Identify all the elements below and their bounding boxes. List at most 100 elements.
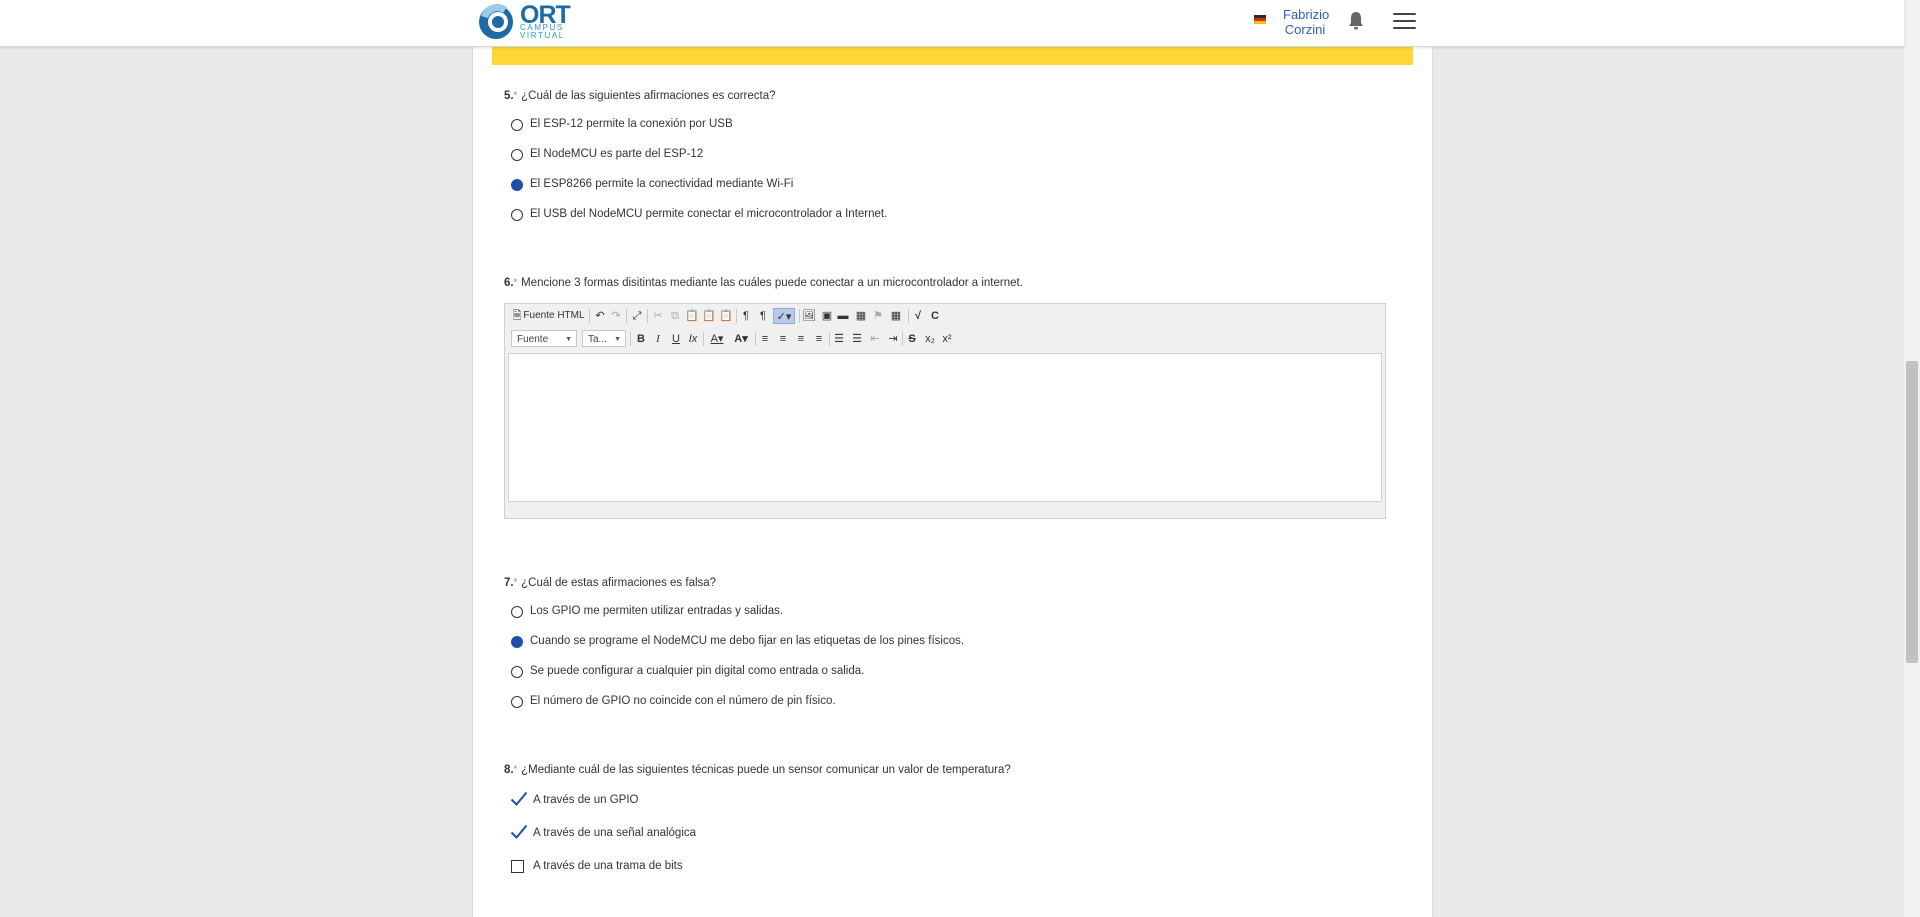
required-marker: * [513,764,518,774]
checkmark-icon[interactable] [510,790,528,808]
question-number: 8. [504,764,514,776]
maximize-icon[interactable]: ⤢ [630,308,644,324]
quiz-content-panel: 5.* ¿Cuál de las siguientes afirmaciones … [472,0,1433,917]
chevron-down-icon: ▼ [565,336,572,343]
info-banner [492,46,1413,65]
horizontal-line-icon[interactable]: ▬ [836,308,850,324]
align-left-icon[interactable]: ≡ [758,331,772,347]
italic-icon[interactable]: I [651,331,665,347]
checkbox-unchecked[interactable] [511,860,524,873]
paste-text-icon[interactable]: 📋 [702,308,716,324]
question-7-title: 7.* ¿Cuál de estas afirmaciones es falsa? [504,577,716,589]
background-color-icon[interactable]: A▾ [730,331,752,347]
math-sqrt-icon[interactable]: √ [911,308,925,324]
editor-toolbar-row-2: Fuente ▼ Ta... ▼ B I U Ix A▾ A▾ ≡ ≡ ≡ ≡ ☰ … [509,329,1379,349]
option-label: El USB del NodeMCU permite conectar el m… [530,208,888,220]
notifications-bell-icon[interactable] [1348,11,1364,31]
option-label: Cuando se programe el NodeMCU me debo fi… [530,635,965,647]
option-label: A través de un GPIO [533,794,639,806]
option-label: A través de una trama de bits [533,860,683,872]
source-doc-icon[interactable]: 🗎 [511,308,523,324]
required-marker: * [513,90,518,100]
font-combo-value: Fuente [517,334,549,345]
page-scrollbar-thumb[interactable] [1906,361,1918,663]
question-text: ¿Mediante cuál de las siguientes técnica… [521,764,1011,776]
paste-icon[interactable]: 📋 [685,308,699,324]
radio-button[interactable] [511,119,523,131]
option-label: El ESP-12 permite la conexión por USB [530,118,733,130]
align-right-icon[interactable]: ≡ [794,331,808,347]
font-size-select[interactable]: Ta... ▼ [582,330,626,347]
chevron-down-icon: ▼ [614,336,621,343]
ort-campus-logo[interactable]: ORT CAMPUS VIRTUAL [477,1,571,42]
bold-icon[interactable]: B [634,331,648,347]
image-icon[interactable]: 🖼 [802,308,816,324]
radio-button-selected[interactable] [511,179,523,191]
spellcheck-icon[interactable]: ✓▾ [773,308,795,324]
superscript-icon[interactable]: x² [940,331,954,347]
outdent-icon[interactable]: ⇤ [868,331,882,347]
top-navbar: ORT CAMPUS VIRTUAL Fabrizio Corzini [0,0,1904,47]
align-center-icon[interactable]: ≡ [776,331,790,347]
question-text: ¿Cuál de estas afirmaciones es falsa? [521,577,717,589]
radio-button[interactable] [511,606,523,618]
chemistry-icon[interactable]: C [928,308,942,324]
option-label: Se puede configurar a cualquier pin digi… [530,665,865,677]
rich-text-editor: 🗎 Fuente HTML ↶ ↷ ⤢ ✂ ⧉ 📋 📋 📋 ¶ ¶ ✓▾ 🖼 ▣… [504,303,1386,519]
rtl-icon[interactable]: ¶ [756,308,770,324]
table-icon[interactable]: ▦ [888,308,904,324]
text-color-icon[interactable]: A▾ [706,331,728,347]
question-text: Mencione 3 formas disitintas mediante la… [521,277,1023,289]
indent-icon[interactable]: ⇥ [886,331,900,347]
menu-line [1393,13,1416,15]
question-5-title: 5.* ¿Cuál de las siguientes afirmaciones … [504,90,776,102]
user-first-name: Fabrizio [1283,7,1330,22]
main-menu-button[interactable] [1393,13,1416,31]
required-marker: * [513,277,518,287]
subscript-icon[interactable]: x₂ [923,331,937,347]
font-family-select[interactable]: Fuente ▼ [511,330,577,347]
source-html-button[interactable]: Fuente HTML [523,308,585,324]
question-number: 6. [504,277,514,289]
required-marker: * [513,577,518,587]
special-char-icon[interactable]: ▦ [854,308,868,324]
menu-line [1393,27,1416,29]
user-name-link[interactable]: Fabrizio Corzini [1283,7,1330,37]
radio-button[interactable] [511,696,523,708]
radio-button-selected[interactable] [511,636,523,648]
bulleted-list-icon[interactable]: ☰ [850,331,864,347]
undo-icon[interactable]: ↶ [593,308,607,324]
logo-swirl-icon [479,3,513,39]
image-upload-icon[interactable]: ▣ [820,308,834,324]
copy-icon[interactable]: ⧉ [668,308,682,324]
menu-line [1393,20,1416,22]
checkmark-icon[interactable] [510,823,528,841]
language-flag-icon[interactable] [1254,15,1266,24]
option-label: El ESP8266 permite la conectividad media… [530,178,794,190]
question-number: 5. [504,90,514,102]
user-last-name: Corzini [1284,22,1326,37]
redo-icon[interactable]: ↷ [609,308,623,324]
question-text: ¿Cuál de las siguientes afirmaciones es … [521,90,776,102]
editor-toolbar-row-1: 🗎 Fuente HTML ↶ ↷ ⤢ ✂ ⧉ 📋 📋 📋 ¶ ¶ ✓▾ 🖼 ▣… [509,306,1379,326]
underline-icon[interactable]: U [669,331,683,347]
paste-word-icon[interactable]: 📋 [719,308,733,324]
question-6-title: 6.* Mencione 3 formas disitintas mediante… [504,277,1023,289]
option-label: Los GPIO me permiten utilizar entradas y… [530,605,784,617]
size-combo-value: Ta... [588,334,607,345]
ltr-icon[interactable]: ¶ [739,308,753,324]
anchor-icon[interactable]: ⚑ [871,308,885,324]
remove-format-icon[interactable]: Ix [686,331,700,347]
cut-icon[interactable]: ✂ [651,308,665,324]
question-number: 7. [504,577,514,589]
numbered-list-icon[interactable]: ☰ [832,331,846,347]
option-label: A través de una señal analógica [533,827,697,839]
radio-button[interactable] [511,209,523,221]
logo-virtual-text: VIRTUAL [520,31,565,40]
answer-text-area[interactable] [508,353,1382,502]
align-justify-icon[interactable]: ≡ [812,331,826,347]
radio-button[interactable] [511,149,523,161]
option-label: El NodeMCU es parte del ESP-12 [530,148,704,160]
strikethrough-icon[interactable]: S [905,331,919,347]
radio-button[interactable] [511,666,523,678]
